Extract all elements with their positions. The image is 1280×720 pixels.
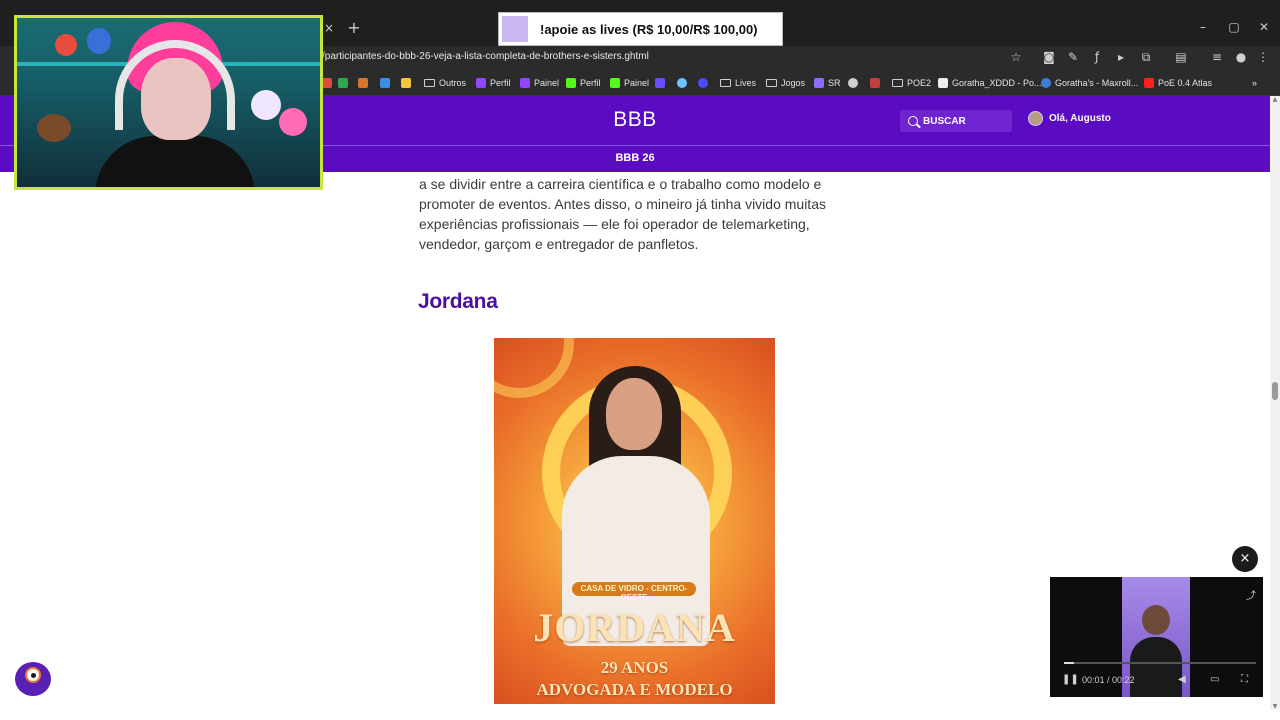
folder-icon [720, 79, 731, 87]
scroll-down-icon[interactable]: ▼ [1271, 703, 1279, 710]
toy-figure [55, 34, 77, 56]
sr-icon [814, 78, 824, 88]
banner-swatch [502, 16, 528, 42]
bookmark-folder-lives[interactable]: Lives [720, 76, 756, 90]
photo-name-text: JORDANA [533, 605, 736, 650]
twitch-icon [476, 78, 486, 88]
bookmark-icon[interactable] [848, 76, 862, 90]
tab-close-icon[interactable]: × [322, 21, 336, 35]
search-icon [908, 116, 918, 126]
mascot-widget-button[interactable] [15, 662, 51, 696]
photo-tag-text: CASA DE VIDRO - CENTRO-OESTE [580, 584, 688, 602]
video-progress-bar[interactable] [1064, 662, 1256, 664]
toy-figure [251, 90, 281, 120]
person-face [606, 378, 662, 450]
photo-age-text: 29 ANOS [600, 658, 669, 677]
article-paragraph: a se dividir entre a carreira científica… [419, 176, 826, 252]
banner-text: !apoie as lives (R$ 10,00/R$ 100,00) [540, 21, 758, 37]
sidebar-icon[interactable]: ▤ [1174, 50, 1188, 64]
profile-icon[interactable]: ● [1234, 50, 1248, 64]
donation-banner: !apoie as lives (R$ 10,00/R$ 100,00) [498, 12, 783, 46]
site-icon [1041, 78, 1051, 88]
bookmark-icon[interactable] [677, 76, 691, 90]
play-extension-icon[interactable]: ▸ [1114, 50, 1128, 64]
bookmarks-more-icon[interactable]: » [1252, 76, 1257, 90]
youtube-icon [1144, 78, 1154, 88]
volume-icon[interactable]: ◀ [1178, 674, 1186, 685]
bookmark-kick-painel[interactable]: Painel [610, 76, 649, 90]
extensions-icon[interactable]: ⧉ [1139, 50, 1153, 64]
bookmark-poe-atlas[interactable]: PoE 0.4 Atlas [1144, 76, 1212, 90]
font-extension-icon[interactable]: ƒ [1090, 50, 1104, 64]
folder-icon [766, 79, 777, 87]
search-label: BUSCAR [923, 115, 966, 127]
user-greeting: Olá, Augusto [1049, 113, 1111, 124]
pip-icon[interactable]: ▭ [1210, 674, 1219, 685]
bookmark-folder-poe2[interactable]: POE2 [892, 76, 931, 90]
bookmark-icon[interactable] [358, 76, 372, 90]
scroll-up-icon[interactable]: ▲ [1271, 96, 1279, 103]
eye-icon [25, 667, 41, 683]
photo-ring [494, 338, 574, 398]
user-menu[interactable]: Olá, Augusto [1028, 111, 1111, 126]
pause-icon[interactable]: ❚❚ [1062, 674, 1079, 685]
maximize-icon[interactable]: ▢ [1225, 20, 1243, 34]
bookmark-twitch-perfil[interactable]: Perfil [476, 76, 511, 90]
sheets-icon[interactable] [338, 76, 352, 90]
avatar [1028, 111, 1043, 126]
bookmark-folder-outros[interactable]: Outros [424, 76, 466, 90]
site-icon [938, 78, 948, 88]
bookmark-goratha-maxroll[interactable]: Goratha's - Maxroll... [1041, 76, 1138, 90]
bookmark-icon[interactable] [655, 76, 669, 90]
page-scrollbar[interactable]: ▲ ▼ [1270, 96, 1280, 710]
fullscreen-icon[interactable]: ⛶ [1241, 674, 1248, 685]
twitch-icon [520, 78, 530, 88]
drive-icon[interactable] [401, 76, 415, 90]
screen: × + – ▢ ✕ /participantes-do-bbb-26-veja-… [0, 0, 1280, 720]
toy-figure [37, 114, 71, 142]
mini-video-player[interactable]: ⤴ ❚❚ 00:01 / 00:22 ◀ ▭ ⛶ [1050, 577, 1263, 697]
bookmark-icon[interactable] [698, 76, 712, 90]
bookmark-icon[interactable] [322, 76, 336, 90]
folder-icon [892, 79, 903, 87]
scroll-thumb[interactable] [1272, 382, 1278, 400]
kick-icon [566, 78, 576, 88]
toy-figure [87, 28, 111, 54]
participant-photo: CASA DE VIDRO - CENTRO-OESTE JORDANA 29 … [494, 338, 775, 704]
kick-icon [610, 78, 620, 88]
toy-figure [279, 108, 307, 136]
new-tab-button[interactable]: + [346, 20, 362, 36]
pen-icon[interactable]: ✎ [1066, 50, 1080, 64]
bookmark-twitch-painel[interactable]: Painel [520, 76, 559, 90]
window-close-icon[interactable]: ✕ [1255, 20, 1273, 34]
media-control-icon[interactable]: ≡ [1210, 50, 1224, 64]
bookmark-sr[interactable]: SR [814, 76, 841, 90]
minimize-icon[interactable]: – [1194, 20, 1212, 34]
video-time: 00:01 / 00:22 [1082, 675, 1135, 685]
menu-icon[interactable]: ⋮ [1256, 50, 1270, 64]
share-icon[interactable]: ⤴ [1246, 587, 1256, 602]
url-field[interactable]: /participantes-do-bbb-26-veja-a-lista-co… [322, 51, 649, 62]
bookmark-folder-jogos[interactable]: Jogos [766, 76, 805, 90]
webcam-overlay [14, 15, 323, 190]
video-person-body [1130, 637, 1182, 697]
folder-icon [424, 79, 435, 87]
camera-icon[interactable]: ◙ [1042, 50, 1056, 64]
bookmark-star-icon[interactable]: ☆ [1009, 50, 1023, 64]
streamer-body [95, 136, 255, 187]
bookmark-goratha-xddd[interactable]: Goratha_XDDD - Po... [938, 76, 1042, 90]
photo-role-text: ADVOGADA E MODELO [536, 680, 733, 699]
bookmark-icon[interactable] [870, 76, 884, 90]
player-close-button[interactable]: × [1232, 546, 1258, 572]
subnav-bbb26[interactable]: BBB 26 [595, 152, 675, 164]
site-logo[interactable]: BBB [595, 108, 675, 132]
bookmark-kick-perfil[interactable]: Perfil [566, 76, 601, 90]
video-person-head [1142, 605, 1170, 635]
bookmark-icon[interactable] [380, 76, 394, 90]
search-button[interactable]: BUSCAR [900, 110, 1012, 132]
participant-heading: Jordana [418, 290, 498, 313]
video-progress-fill [1064, 662, 1074, 664]
